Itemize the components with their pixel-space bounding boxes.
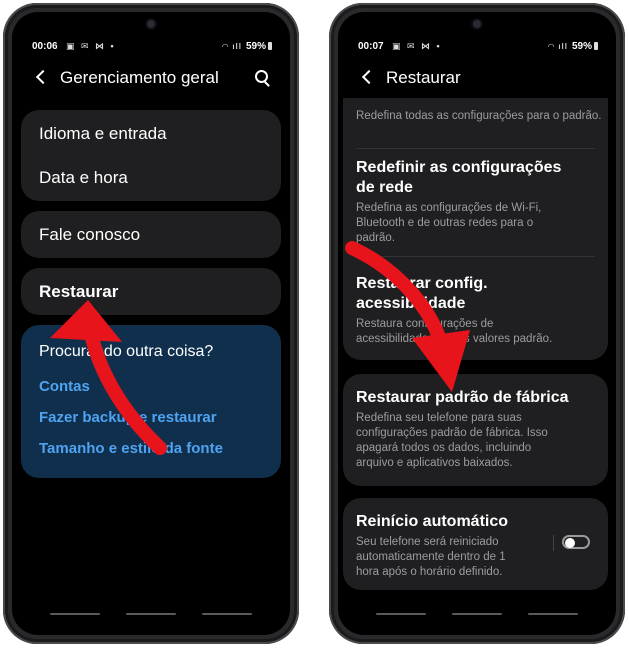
auto-restart-toggle[interactable] bbox=[562, 535, 590, 549]
page-title: Restaurar bbox=[386, 68, 461, 87]
auto-restart-desc-l3: hora após o horário definido. bbox=[356, 566, 503, 578]
suggestions-title: Procurando outra coisa? bbox=[39, 343, 214, 360]
app-header: Gerenciamento geral bbox=[12, 68, 290, 94]
status-right: ◠ ıll 59% bbox=[222, 41, 272, 52]
status-time: 00:06 bbox=[32, 41, 58, 52]
settings-card-1: Idioma e entrada Data e hora bbox=[21, 110, 281, 201]
nav-home-button[interactable] bbox=[126, 613, 176, 615]
reset-network-desc-l1: Redefina as configurações de Wi-Fi, bbox=[356, 202, 542, 214]
status-right: ◠ ıll 59% bbox=[548, 41, 598, 52]
battery-level: 59% bbox=[245, 41, 266, 52]
front-camera-icon bbox=[147, 20, 155, 28]
status-bar: 00:06 ▣ ✉ ⋈ • ◠ ıll 59% bbox=[32, 41, 272, 55]
nav-recent-button[interactable] bbox=[50, 613, 100, 615]
toggle-divider bbox=[553, 535, 554, 551]
auto-restart-desc-l1: Seu telefone será reiniciado bbox=[356, 536, 499, 548]
factory-reset-desc-l2: configurações padrão de fábrica. Isso bbox=[356, 427, 548, 439]
settings-card-2: Fale conosco bbox=[21, 211, 281, 258]
page-title: Gerenciamento geral bbox=[60, 68, 219, 87]
reset-network-title-l2: de rede bbox=[356, 179, 413, 196]
battery-level: 59% bbox=[571, 41, 592, 52]
back-arrow-icon[interactable] bbox=[35, 69, 51, 85]
reset-all-desc-line: Redefina todas as configurações para o p… bbox=[356, 110, 602, 122]
reset-accessibility-title-l2: acessibilidade bbox=[356, 295, 466, 312]
suggestions-card: Procurando outra coisa? Contas Fazer bac… bbox=[21, 325, 281, 478]
status-bar: 00:07 ▣ ✉ ⋈ • ◠ ıll 59% bbox=[358, 41, 598, 55]
nav-back-button[interactable] bbox=[202, 613, 252, 615]
settings-card-3: Restaurar bbox=[21, 268, 281, 315]
link-tamanho-fonte[interactable]: Tamanho e estilo da fonte bbox=[39, 440, 223, 457]
nav-back-button[interactable] bbox=[528, 613, 578, 615]
factory-reset-desc-l4: arquivo e aplicativos baixados. bbox=[356, 457, 513, 469]
menu-item-data-hora[interactable]: Data e hora bbox=[39, 168, 128, 188]
separator bbox=[356, 256, 595, 257]
back-arrow-icon[interactable] bbox=[361, 69, 377, 85]
reset-network-title-l1: Redefinir as configurações bbox=[356, 159, 562, 176]
reset-accessibility-desc-l2: acessibilidade para os valores padrão. bbox=[356, 333, 553, 345]
battery-icon bbox=[268, 42, 272, 50]
app-header: Restaurar bbox=[338, 68, 616, 94]
reset-accessibility-title-l1: Restaurar config. bbox=[356, 275, 488, 292]
battery-icon bbox=[594, 42, 598, 50]
reset-network-desc-l3: padrão. bbox=[356, 232, 396, 244]
factory-reset-desc-l1: Redefina seu telefone para suas bbox=[356, 412, 522, 424]
link-backup-restaurar[interactable]: Fazer backup e restaurar bbox=[39, 409, 217, 426]
phone-frame-left: 00:06 ▣ ✉ ⋈ • ◠ ıll 59% Gerenciamento ger… bbox=[3, 3, 299, 644]
signal-icon: ◠ ıll bbox=[547, 42, 568, 51]
status-time: 00:07 bbox=[358, 41, 384, 52]
reset-options-card: Redefina todas as configurações para o p… bbox=[343, 98, 608, 360]
separator bbox=[356, 148, 595, 149]
option-factory-reset[interactable]: Restaurar padrão de fábrica Redefina seu… bbox=[343, 374, 608, 486]
screen-right: 00:07 ▣ ✉ ⋈ • ◠ ıll 59% Restaurar Redefin… bbox=[338, 12, 616, 635]
menu-item-fale-conosco[interactable]: Fale conosco bbox=[39, 225, 140, 245]
front-camera-icon bbox=[473, 20, 481, 28]
factory-reset-title: Restaurar padrão de fábrica bbox=[356, 389, 569, 406]
auto-restart-desc-l2: automaticamente dentro de 1 bbox=[356, 551, 506, 563]
link-contas[interactable]: Contas bbox=[39, 378, 90, 395]
phone-frame-right: 00:07 ▣ ✉ ⋈ • ◠ ıll 59% Restaurar Redefin… bbox=[329, 3, 625, 644]
nav-home-button[interactable] bbox=[452, 613, 502, 615]
notification-icons: ▣ ✉ ⋈ • bbox=[392, 41, 442, 51]
menu-item-idioma[interactable]: Idioma e entrada bbox=[39, 124, 167, 144]
menu-item-restaurar[interactable]: Restaurar bbox=[39, 282, 118, 302]
reset-accessibility-desc-l1: Restaura configurações de bbox=[356, 318, 494, 330]
toggle-knob bbox=[565, 538, 575, 548]
navigation-bar bbox=[12, 613, 290, 617]
auto-restart-title: Reinício automático bbox=[356, 513, 509, 530]
signal-icon: ◠ ıll bbox=[221, 42, 242, 51]
notification-icons: ▣ ✉ ⋈ • bbox=[66, 41, 116, 51]
search-icon[interactable] bbox=[255, 70, 268, 83]
screen-left: 00:06 ▣ ✉ ⋈ • ◠ ıll 59% Gerenciamento ger… bbox=[12, 12, 290, 635]
nav-recent-button[interactable] bbox=[376, 613, 426, 615]
navigation-bar bbox=[338, 613, 616, 617]
factory-reset-desc-l3: apagará todos os dados, incluindo bbox=[356, 442, 532, 454]
option-auto-restart[interactable]: Reinício automático Seu telefone será re… bbox=[343, 498, 608, 590]
reset-network-desc-l2: Bluetooth e de outras redes para o bbox=[356, 217, 534, 229]
